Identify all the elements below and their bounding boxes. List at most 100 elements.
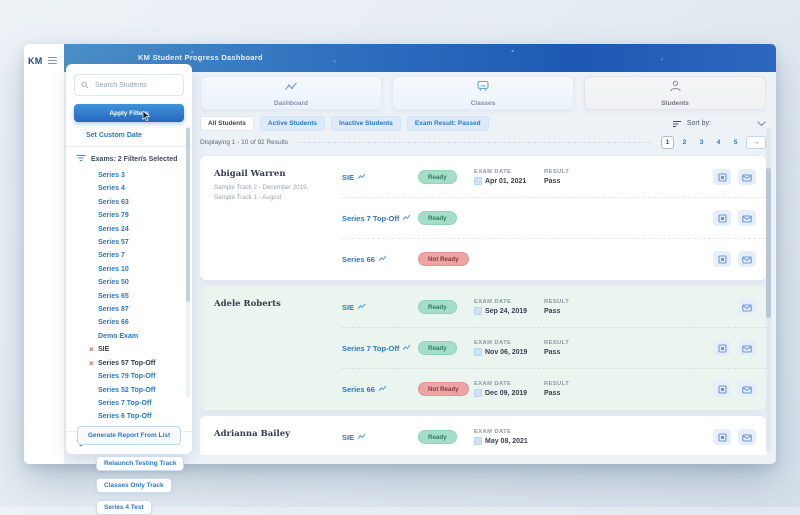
result-block: RESULT Pass: [544, 381, 598, 397]
sidebar-exam-item[interactable]: Series 7: [98, 249, 184, 262]
remove-filter-icon[interactable]: ×: [89, 357, 94, 370]
set-custom-date-link[interactable]: Set Custom Date: [86, 132, 184, 139]
sidebar-exam-item[interactable]: ×Series 57 Top-Off: [98, 357, 184, 370]
mail-icon-button[interactable]: [738, 251, 756, 267]
exam-name-link[interactable]: SIE: [342, 173, 418, 182]
row-actions: [713, 169, 756, 185]
exam-name-link[interactable]: Series 7 Top-Off: [342, 344, 418, 353]
exam-name-link[interactable]: SIE: [342, 433, 418, 442]
sidebar-exam-item[interactable]: Series 24: [98, 223, 184, 236]
sidebar-divider: [66, 146, 192, 147]
exam-name-link[interactable]: Series 66: [342, 255, 418, 264]
sort-by-control[interactable]: Sort by:: [672, 115, 711, 133]
sidebar-exam-item[interactable]: Series 52 Top-Off: [98, 384, 184, 397]
mail-icon-button[interactable]: [738, 429, 756, 445]
mouse-cursor-icon: [142, 111, 151, 123]
exam-name-link[interactable]: SIE: [342, 303, 418, 312]
page-button-4[interactable]: 4: [712, 136, 725, 149]
mail-icon-button[interactable]: [738, 210, 756, 226]
trend-icon: [357, 433, 366, 442]
exams-filter-header[interactable]: Exams: 2 Filter/s Selected: [76, 154, 184, 164]
student-card: Adrianna Bailey SIE Ready EXAM DATE May …: [200, 416, 766, 455]
report-icon: [718, 252, 727, 267]
sidebar-exam-item[interactable]: Series 57: [98, 236, 184, 249]
row-actions: [713, 340, 756, 356]
trend-icon: [402, 344, 411, 353]
exam-rows: SIE Ready EXAM DATE May 08, 2021: [342, 417, 766, 455]
exam-date-value: Dec 09, 2019: [474, 389, 544, 397]
report-icon-button[interactable]: [713, 429, 731, 445]
chevron-down-icon[interactable]: [757, 121, 766, 127]
exam-date-label: EXAM DATE: [474, 381, 544, 387]
mail-icon: [742, 252, 752, 267]
mail-icon-button[interactable]: [738, 299, 756, 315]
sidebar-exam-item[interactable]: Series 65: [98, 290, 184, 303]
tab-students[interactable]: Students: [584, 76, 766, 110]
remove-filter-icon[interactable]: ×: [89, 343, 94, 356]
result-value: Pass: [544, 390, 598, 397]
mail-icon-button[interactable]: [738, 381, 756, 397]
main-scrollbar[interactable]: [766, 128, 771, 452]
sidebar-exam-item[interactable]: Series 7 Top-Off: [98, 397, 184, 410]
sidebar-exam-item[interactable]: Series 4: [98, 182, 184, 195]
sidebar-exam-item[interactable]: ×SIE: [98, 343, 184, 356]
filter-chip[interactable]: Inactive Students: [331, 116, 401, 131]
report-icon: [718, 430, 727, 445]
sidebar-scrollbar-thumb[interactable]: [186, 128, 190, 302]
trend-icon: [378, 255, 387, 264]
tab-dashboard[interactable]: Dashboard: [200, 76, 382, 110]
sidebar-exam-item[interactable]: Series 6 Top-Off: [98, 410, 184, 423]
search-input[interactable]: [93, 81, 177, 90]
exam-name-link[interactable]: Series 66: [342, 385, 418, 394]
main-scrollbar-thumb[interactable]: [766, 168, 771, 318]
result-block: RESULT Pass: [544, 340, 598, 356]
page-button-3[interactable]: 3: [695, 136, 708, 149]
sidebar-exam-item[interactable]: Series 10: [98, 263, 184, 276]
page-button-2[interactable]: 2: [678, 136, 691, 149]
calendar-icon: [474, 437, 482, 445]
sidebar-exam-item[interactable]: Series 66: [98, 316, 184, 329]
apply-filters-button[interactable]: Apply Filters: [74, 104, 184, 122]
report-icon-button[interactable]: [713, 169, 731, 185]
sidebar-exam-item[interactable]: Series 50: [98, 276, 184, 289]
student-card: Adele Roberts SIE Ready EXAM DATE Sep 24…: [200, 286, 766, 410]
track-filter-button[interactable]: Classes Only Track: [96, 478, 172, 493]
next-page-button[interactable]: →: [746, 136, 766, 149]
sidebar-exam-item[interactable]: Series 79 Top-Off: [98, 370, 184, 383]
student-name: Abigail Warren: [214, 169, 342, 179]
track-filter-button[interactable]: Series 4 Test: [96, 500, 152, 515]
main-content: Dashboard Classes Students All StudentsA…: [200, 72, 766, 455]
exam-name-link[interactable]: Series 7 Top-Off: [342, 214, 418, 223]
report-icon-button[interactable]: [713, 340, 731, 356]
sidebar-exam-item[interactable]: Series 79: [98, 209, 184, 222]
sidebar-exam-item[interactable]: Series 3: [98, 169, 184, 182]
tab-classes[interactable]: Classes: [392, 76, 574, 110]
report-icon-button[interactable]: [713, 381, 731, 397]
filter-chip[interactable]: All Students: [200, 116, 254, 131]
filter-chip[interactable]: Exam Result: Passed: [407, 116, 489, 131]
track-filter-button[interactable]: Relaunch Testing Track: [96, 456, 184, 471]
filter-chip[interactable]: Active Students: [260, 116, 325, 131]
sidebar-scrollbar[interactable]: [186, 126, 190, 398]
trend-icon: [357, 173, 366, 182]
mail-icon-button[interactable]: [738, 169, 756, 185]
page-button-5[interactable]: 5: [729, 136, 742, 149]
row-actions: [713, 429, 756, 445]
sidebar-exam-item[interactable]: Series 87: [98, 303, 184, 316]
tab-label: Dashboard: [274, 100, 308, 107]
calendar-icon: [474, 177, 482, 185]
search-box[interactable]: [74, 74, 184, 96]
mail-icon-button[interactable]: [738, 340, 756, 356]
mail-icon: [742, 341, 752, 356]
report-icon-button[interactable]: [713, 251, 731, 267]
sidebar-exam-item[interactable]: Series 63: [98, 196, 184, 209]
generate-report-button[interactable]: Generate Report From List: [77, 426, 181, 445]
trend-icon: [357, 303, 366, 312]
hamburger-menu-icon[interactable]: [46, 55, 59, 66]
sidebar-exam-item[interactable]: Demo Exam: [98, 330, 184, 343]
report-icon-button[interactable]: [713, 210, 731, 226]
row-actions: [713, 381, 756, 397]
page-button-1[interactable]: 1: [661, 136, 674, 149]
filter-funnel-icon: [76, 154, 86, 164]
filter-chips: All Students Active Students Inactive Stud…: [200, 116, 489, 131]
